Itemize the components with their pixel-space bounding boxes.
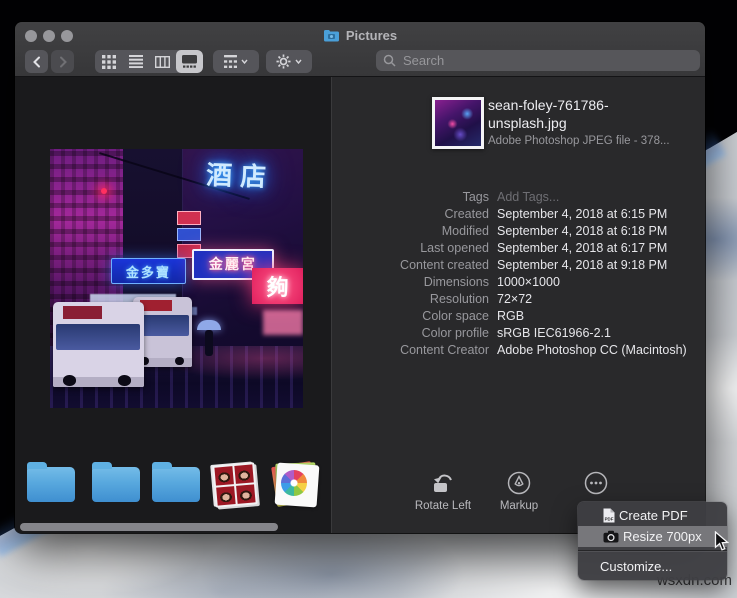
pedestrian-with-umbrella	[196, 319, 221, 362]
red-lamp	[100, 187, 107, 194]
horizontal-scrollbar[interactable]	[20, 523, 278, 531]
gallery-view-button[interactable]	[176, 50, 203, 73]
markup-icon	[507, 471, 531, 495]
selected-photo-preview[interactable]: 酒店 金多寶 金麗宮 夠	[50, 149, 303, 408]
meta-row-color-space: Color space RGB	[422, 309, 525, 323]
toolbar	[15, 48, 705, 76]
view-switcher	[95, 50, 203, 73]
hotel-neon-sign: 酒店	[205, 158, 275, 192]
file-name: sean-foley-761786-unsplash.jpg	[488, 97, 609, 131]
action-gear-button[interactable]	[266, 50, 312, 73]
meta-row-created: Created September 4, 2018 at 6:15 PM	[444, 207, 668, 221]
file-thumbnail[interactable]	[432, 97, 484, 149]
customize-menu-item[interactable]: Customize...	[578, 555, 727, 577]
meta-row-last-opened: Last opened September 4, 2018 at 6:17 PM	[420, 241, 668, 255]
rotate-left-icon	[430, 471, 456, 495]
photo-booth-thumbnail[interactable]	[212, 462, 258, 508]
tags-row: Tags Add Tags...	[332, 189, 697, 206]
menu-separator	[578, 550, 727, 552]
window-content: 酒店 金多寶 金麗宮 夠 sean-foley-761786-unsplash.…	[15, 77, 705, 533]
gear-icon	[276, 54, 291, 69]
meta-row-dimensions: Dimensions 1000×1000	[423, 275, 560, 289]
add-tags-field[interactable]: Add Tags...	[497, 189, 693, 206]
folder-thumbnail[interactable]	[152, 462, 200, 502]
meta-row-modified: Modified September 4, 2018 at 6:18 PM	[441, 224, 668, 238]
markup-button[interactable]: Markup	[481, 471, 557, 512]
desktop: Pictures Search 酒店 金多寶 金麗宮 夠 sean-foley-…	[0, 0, 737, 598]
ellipsis-icon	[584, 471, 608, 495]
mouse-cursor	[714, 530, 732, 557]
photos-library-thumbnail[interactable]	[271, 461, 320, 508]
pictures-folder-icon	[323, 29, 340, 42]
column-view-button[interactable]	[149, 50, 176, 73]
camera-icon	[603, 530, 619, 543]
folder-thumbnail[interactable]	[92, 462, 140, 502]
meta-row-content-creator: Content Creator Adobe Photoshop CC (Maci…	[400, 343, 687, 357]
meta-row-resolution: Resolution 72×72	[429, 292, 533, 306]
create-pdf-menu-item[interactable]: PDF Create PDF	[578, 505, 727, 526]
group-by-button[interactable]	[213, 50, 259, 73]
preview-pane: sean-foley-761786-unsplash.jpg Adobe Pho…	[332, 77, 705, 533]
quick-actions-menu: PDF Create PDF Resize 700px Customize...	[578, 502, 727, 580]
icon-view-button[interactable]	[95, 50, 122, 73]
meta-row-color-profile: Color profile sRGB IEC61966-2.1	[421, 326, 611, 340]
minibus	[52, 301, 144, 388]
titlebar[interactable]: Pictures	[15, 22, 705, 48]
search-input[interactable]	[401, 52, 693, 69]
pdf-icon: PDF	[603, 508, 615, 523]
metadata-list: Tags Add Tags... Created September 4, 20…	[332, 189, 697, 359]
resize-700px-menu-item[interactable]: Resize 700px	[578, 526, 727, 547]
search-field[interactable]	[376, 50, 700, 71]
more-actions-button[interactable]	[558, 471, 634, 495]
rotate-left-button[interactable]: Rotate Left	[405, 471, 481, 512]
photos-flower-icon	[281, 470, 307, 496]
search-icon	[383, 54, 396, 67]
gold-neon-sign: 金多寶	[110, 257, 187, 285]
meta-row-content-created: Content created September 4, 2018 at 9:1…	[400, 258, 668, 272]
file-kind: Adobe Photoshop JPEG file - 378...	[488, 135, 670, 147]
folder-thumbnail[interactable]	[27, 462, 75, 502]
window-title: Pictures	[345, 27, 398, 43]
list-view-button[interactable]	[122, 50, 149, 73]
window-header: Pictures	[15, 22, 705, 77]
gallery-pane: 酒店 金多寶 金麗宮 夠	[15, 77, 331, 533]
tags-label: Tags	[462, 190, 489, 204]
chevron-down-icon	[241, 59, 248, 64]
finder-window: Pictures Search 酒店 金多寶 金麗宮 夠 sean-foley-…	[15, 22, 705, 533]
forward-button[interactable]	[51, 50, 74, 73]
svg-text:PDF: PDF	[605, 516, 614, 521]
back-button[interactable]	[25, 50, 48, 73]
red-neon-sign: 夠	[252, 268, 303, 305]
chevron-down-icon	[295, 59, 302, 64]
